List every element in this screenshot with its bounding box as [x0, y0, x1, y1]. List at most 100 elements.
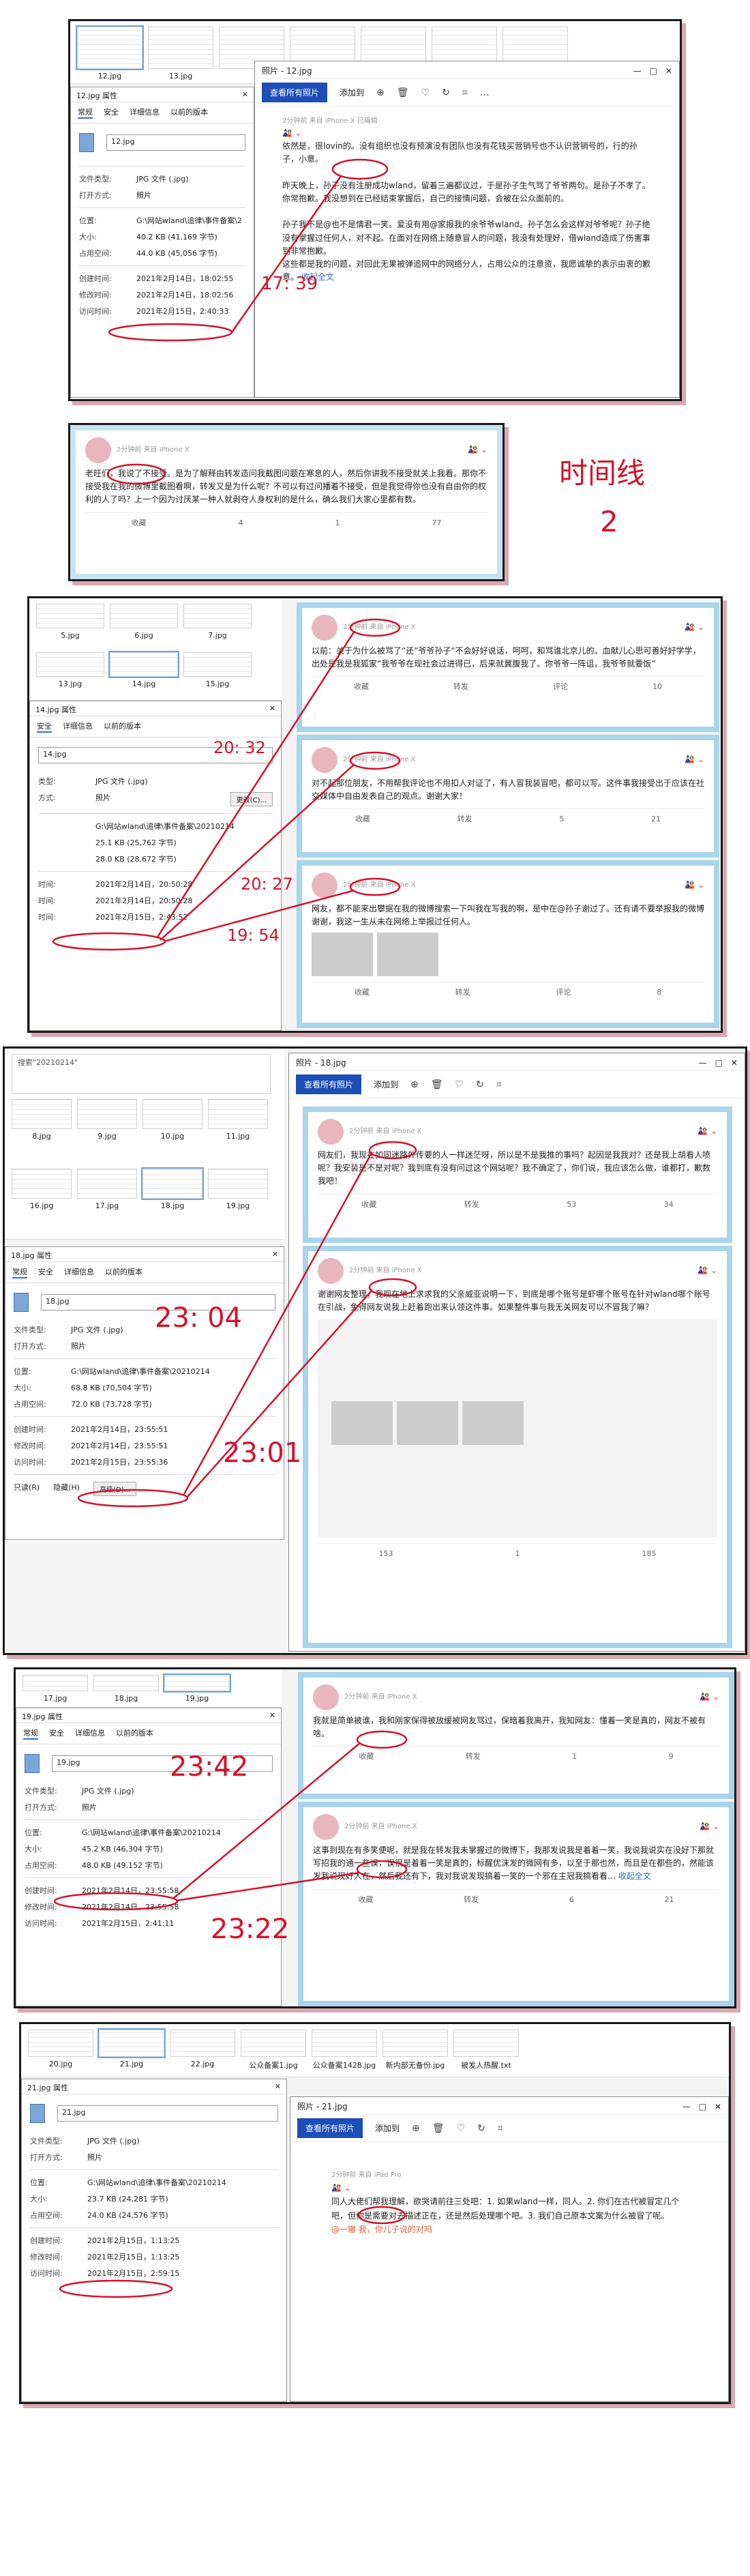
thumbnail[interactable]: 15.jpg: [183, 652, 252, 695]
repost-button[interactable]: 转发: [464, 1894, 479, 1906]
comment-button[interactable]: 评论: [553, 681, 568, 693]
thumbnail[interactable]: 7.jpg: [183, 604, 252, 647]
thumbnail[interactable]: 14.jpg: [108, 650, 179, 695]
zoom-icon[interactable]: ⊕: [410, 1079, 419, 1090]
thumbnail[interactable]: 10.jpg: [142, 1098, 202, 1164]
favorite-icon[interactable]: ♡: [457, 2123, 466, 2134]
favorite-button[interactable]: 收藏: [355, 986, 370, 999]
delete-icon[interactable]: 🗑: [432, 2123, 445, 2134]
thumbnail[interactable]: 11.jpg: [208, 1098, 268, 1164]
crop-icon[interactable]: ⌗: [462, 87, 468, 98]
thumbnail[interactable]: 6.jpg: [110, 604, 178, 647]
thumbnail[interactable]: 13.jpg: [148, 27, 213, 80]
advanced-button[interactable]: 高级(D)...: [93, 1482, 137, 1496]
thumbnail[interactable]: 12.jpg: [76, 25, 144, 80]
thumbnail[interactable]: 5.jpg: [36, 604, 104, 647]
thumbnail[interactable]: 8.jpg: [12, 1098, 72, 1164]
thumbnail[interactable]: 公众备案1428.jpg: [312, 2030, 377, 2071]
close-icon[interactable]: ✕: [269, 704, 275, 713]
repost-button[interactable]: 转发: [464, 1199, 479, 1211]
rotate-icon[interactable]: ↻: [442, 87, 450, 98]
thumbnail[interactable]: 新内部无备份.jpg: [382, 2030, 448, 2071]
favorite-button[interactable]: 收藏: [354, 681, 369, 693]
repost-button[interactable]: 转发: [455, 986, 470, 999]
thumbnail[interactable]: 22.jpg: [170, 2030, 235, 2071]
thumbnail[interactable]: 19.jpg: [208, 1169, 268, 1233]
collapse-link[interactable]: 收起全文: [618, 1871, 651, 1881]
thumbnail[interactable]: 19.jpg: [163, 1673, 231, 1703]
comment-button[interactable]: 1: [515, 1548, 520, 1560]
close-icon[interactable]: ✕: [242, 90, 248, 99]
tab-general[interactable]: 常规: [23, 1727, 38, 1740]
favorite-button[interactable]: 收藏: [359, 1751, 374, 1763]
more-icon[interactable]: …: [480, 87, 490, 98]
repost-button[interactable]: 转发: [457, 813, 472, 825]
readonly-checkbox[interactable]: 只读(R): [14, 1482, 40, 1496]
view-all-photos-button[interactable]: 查看所有照片: [296, 1074, 362, 1094]
window-controls[interactable]: — □ ✕: [682, 2101, 721, 2111]
tab-details[interactable]: 详细信息: [64, 1266, 94, 1278]
close-icon[interactable]: ✕: [269, 1711, 275, 1720]
repost-button[interactable]: 4: [239, 517, 243, 529]
close-icon[interactable]: ✕: [275, 2082, 281, 2091]
tab-previous-versions[interactable]: 以前的版本: [116, 1727, 153, 1740]
favorite-icon[interactable]: ♡: [455, 1079, 464, 1090]
crop-icon[interactable]: ⌗: [496, 1079, 502, 1090]
like-button[interactable]: 8: [657, 986, 661, 999]
repost-button[interactable]: 转发: [466, 1751, 481, 1763]
tab-previous-versions[interactable]: 以前的版本: [105, 1266, 142, 1278]
window-controls[interactable]: — □ ✕: [633, 65, 672, 76]
add-to-button[interactable]: 添加到: [374, 1079, 398, 1090]
like-button[interactable]: 9: [669, 1751, 674, 1763]
tab-previous-versions[interactable]: 以前的版本: [104, 720, 141, 733]
tab-security[interactable]: 安全: [38, 1266, 53, 1278]
tab-security[interactable]: 安全: [49, 1727, 64, 1740]
like-button[interactable]: 21: [665, 1894, 674, 1906]
thumbnail[interactable]: 20.jpg: [28, 2030, 93, 2071]
thumbnail[interactable]: 18.jpg: [141, 1167, 204, 1233]
hidden-checkbox[interactable]: 隐藏(H): [53, 1482, 80, 1496]
thumbnail[interactable]: 16.jpg: [12, 1169, 72, 1233]
add-to-button[interactable]: 添加到: [375, 2122, 400, 2134]
comment-button[interactable]: 6: [569, 1894, 574, 1906]
thumbnail[interactable]: 被发人热醒.txt: [453, 2030, 519, 2071]
add-to-button[interactable]: 添加到: [340, 87, 364, 98]
favorite-button[interactable]: 收藏: [358, 1894, 373, 1906]
tab-security[interactable]: 安全: [37, 720, 52, 733]
view-all-photos-button[interactable]: 查看所有照片: [297, 2118, 363, 2138]
like-button[interactable]: 21: [651, 813, 661, 825]
favorite-button[interactable]: 收藏: [355, 813, 370, 825]
thumbnail[interactable]: 17.jpg: [77, 1169, 137, 1233]
crop-icon[interactable]: ⌗: [498, 2123, 503, 2134]
comment-button[interactable]: 评论: [556, 986, 571, 999]
change-button[interactable]: 更改(C)...: [230, 792, 273, 806]
like-button[interactable]: 77: [432, 517, 442, 529]
thumbnail[interactable]: 18.jpg: [93, 1675, 159, 1703]
comment-button[interactable]: 53: [567, 1199, 576, 1211]
repost-button[interactable]: 153: [379, 1548, 393, 1560]
favorite-button[interactable]: 收藏: [132, 517, 147, 529]
like-button[interactable]: 185: [642, 1548, 657, 1560]
tab-details[interactable]: 详细信息: [130, 106, 160, 119]
search-input[interactable]: 搜索"20210214": [12, 1054, 271, 1094]
view-all-photos-button[interactable]: 查看所有照片: [262, 83, 328, 102]
zoom-icon[interactable]: ⊕: [376, 87, 385, 98]
filename-field[interactable]: 12.jpg: [106, 134, 245, 151]
delete-icon[interactable]: 🗑: [397, 87, 409, 98]
rotate-icon[interactable]: ↻: [476, 1079, 484, 1090]
window-controls[interactable]: — □ ✕: [699, 1057, 738, 1068]
filename-field[interactable]: 21.jpg: [57, 2105, 278, 2122]
zoom-icon[interactable]: ⊕: [412, 2123, 420, 2134]
like-button[interactable]: 10: [652, 681, 662, 693]
comment-button[interactable]: 5: [559, 813, 564, 825]
thumbnail[interactable]: 21.jpg: [97, 2028, 166, 2071]
favorite-icon[interactable]: ♡: [421, 87, 430, 98]
like-button[interactable]: 34: [664, 1199, 674, 1211]
rotate-icon[interactable]: ↻: [477, 2123, 485, 2134]
tab-general[interactable]: 常规: [78, 106, 93, 119]
thumbnail[interactable]: 17.jpg: [22, 1675, 88, 1703]
comment-button[interactable]: 1: [335, 517, 340, 529]
comment-button[interactable]: 1: [572, 1751, 577, 1763]
delete-icon[interactable]: 🗑: [431, 1079, 443, 1090]
tab-security[interactable]: 安全: [104, 106, 119, 119]
